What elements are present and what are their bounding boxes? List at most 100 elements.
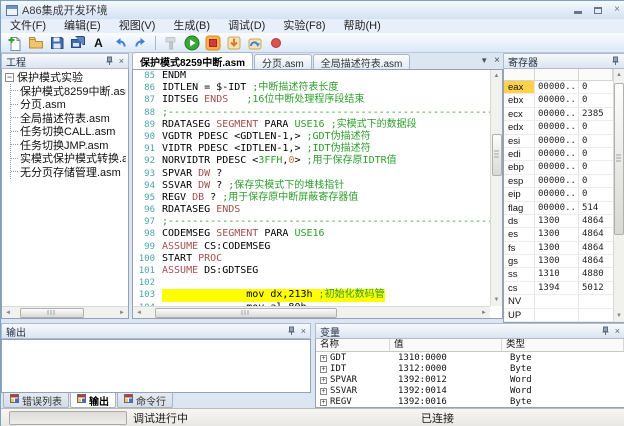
scroll-down-icon[interactable]: ▼ <box>613 310 624 322</box>
register-row[interactable]: fs13004864 <box>504 242 613 255</box>
bottom-tab[interactable]: 命令行 <box>117 393 173 408</box>
editor-hscrollbar[interactable]: ◄ ► <box>133 306 490 318</box>
tree-item-file[interactable]: 分页.asm <box>11 98 126 112</box>
register-row[interactable]: cs13945012 <box>504 282 613 295</box>
close-icon[interactable]: × <box>614 5 620 15</box>
register-row[interactable]: eip00000...0 <box>504 188 613 201</box>
tree-item-file[interactable]: 无分页存储管理.asm <box>11 165 126 179</box>
editor-tab[interactable]: 全局描述符表.asm <box>313 54 411 69</box>
register-row[interactable]: ebp00000...0 <box>504 161 613 174</box>
editor-vscrollbar[interactable]: ▲ ▼ <box>490 70 502 306</box>
menu-item[interactable]: 编辑(E) <box>55 19 110 33</box>
scroll-left-icon[interactable]: ◄ <box>133 307 145 319</box>
scrollbar-thumb[interactable] <box>614 83 624 235</box>
scroll-up-icon[interactable]: ▲ <box>613 69 624 81</box>
variable-row[interactable]: +IDT1312:0000Byte <box>316 364 624 374</box>
tree-item-file[interactable]: 任务切换CALL.asm <box>11 125 126 139</box>
tree-item-file[interactable]: 全局描述符表.asm <box>11 111 126 125</box>
project-hscrollbar[interactable]: ◄ ► <box>2 306 128 318</box>
scroll-right-icon[interactable]: ► <box>116 307 128 319</box>
title-bar[interactable]: A86集成开发环境 × <box>1 1 624 19</box>
menu-item[interactable]: 帮助(H) <box>335 19 390 33</box>
register-row[interactable]: esp00000...0 <box>504 175 613 188</box>
bottom-tab[interactable]: 错误列表 <box>3 393 69 408</box>
expand-icon[interactable]: + <box>320 355 327 362</box>
pin-icon[interactable] <box>287 326 296 336</box>
register-row[interactable]: NV <box>504 295 613 308</box>
register-row[interactable]: ebx00000...0 <box>504 94 613 107</box>
variables-header-row[interactable]: 名称值类型 <box>316 339 624 352</box>
scrollbar-thumb[interactable] <box>20 308 84 318</box>
register-header-cell[interactable] <box>579 69 613 80</box>
menu-item[interactable]: 视图(V) <box>110 19 165 33</box>
close-icon[interactable]: × <box>301 326 306 336</box>
variables-column-header[interactable]: 值 <box>390 339 502 351</box>
tree-item-file[interactable]: 任务切换JMP.asm <box>11 138 126 152</box>
save-all-icon[interactable] <box>67 34 88 52</box>
menu-item[interactable]: 实验(F8) <box>274 19 334 33</box>
register-header-cell[interactable] <box>504 69 535 80</box>
scroll-right-icon[interactable]: ► <box>478 307 490 319</box>
minimize-icon[interactable] <box>574 11 582 14</box>
pin-icon[interactable] <box>601 326 610 336</box>
pin-icon[interactable] <box>611 56 620 66</box>
register-row[interactable]: edx00000...0 <box>504 121 613 134</box>
variables-column-header[interactable]: 名称 <box>316 339 390 351</box>
expand-icon[interactable]: + <box>320 366 327 373</box>
scroll-up-icon[interactable]: ▲ <box>491 70 503 82</box>
expand-icon[interactable]: + <box>320 388 327 395</box>
variable-row[interactable]: +SSVAR1392:0014Word <box>316 386 624 396</box>
register-row[interactable]: UP <box>504 309 613 322</box>
editor-tab[interactable]: 分页.asm <box>254 54 312 69</box>
register-row[interactable]: es13004864 <box>504 228 613 241</box>
scrollbar-thumb[interactable] <box>492 134 502 176</box>
register-row[interactable]: esi00000...0 <box>504 135 613 148</box>
tree-item-file[interactable]: 保护模式8259中断.asm <box>11 84 126 98</box>
scroll-down-icon[interactable]: ▼ <box>491 294 503 306</box>
maximize-icon[interactable] <box>594 7 602 14</box>
variables-column-header[interactable]: 类型 <box>502 339 624 351</box>
editor-tab[interactable]: 保护模式8259中断.asm <box>132 52 253 69</box>
variable-row[interactable]: +REGV1392:0016Byte <box>316 397 624 407</box>
close-icon[interactable]: × <box>119 56 124 66</box>
font-icon[interactable]: A <box>88 34 109 52</box>
undo-icon[interactable] <box>109 34 130 52</box>
tree-item-file[interactable]: 实模式保护模式转换.asm <box>11 152 126 166</box>
run-icon[interactable] <box>181 34 202 52</box>
register-row[interactable]: edi00000...0 <box>504 148 613 161</box>
register-row[interactable]: ecx00000...2385 <box>504 108 613 121</box>
expand-icon[interactable]: + <box>320 377 327 384</box>
variable-row[interactable]: +SPVAR1392:0012Word <box>316 375 624 385</box>
collapse-icon[interactable]: − <box>5 73 14 82</box>
redo-icon[interactable] <box>130 34 151 52</box>
breakpoint-icon[interactable] <box>265 34 286 52</box>
new-file-icon[interactable] <box>4 34 25 52</box>
step-into-icon[interactable] <box>223 34 244 52</box>
menu-item[interactable]: 调试(D) <box>219 19 274 33</box>
output-content[interactable] <box>1 339 311 393</box>
code-editor[interactable]: 85ENDM86IDTLEN = $-IDT ;中断描述符表长度87IDTSEG… <box>132 69 503 319</box>
bottom-tab[interactable]: 输出 <box>70 393 116 408</box>
register-row[interactable]: ds13004864 <box>504 215 613 228</box>
menu-item[interactable]: 文件(F) <box>1 19 55 33</box>
register-row[interactable]: flag00000...514 <box>504 202 613 215</box>
stop-icon[interactable] <box>202 34 223 52</box>
register-row[interactable]: ss13104880 <box>504 268 613 281</box>
register-row[interactable]: gs13004864 <box>504 255 613 268</box>
close-document-icon[interactable]: × <box>494 55 500 66</box>
tab-list-dropdown-icon[interactable]: ▼ <box>480 56 488 65</box>
scrollbar-thumb[interactable] <box>155 308 337 318</box>
registers-vscrollbar[interactable]: ▲ ▼ <box>613 69 624 322</box>
expand-icon[interactable]: + <box>320 399 327 406</box>
menu-item[interactable]: 生成(B) <box>164 19 219 33</box>
variable-row[interactable]: +GDT1310:0000Byte <box>316 353 624 363</box>
registers-header-row[interactable] <box>504 69 613 81</box>
save-icon[interactable] <box>46 34 67 52</box>
register-header-cell[interactable] <box>535 69 579 80</box>
pin-icon[interactable] <box>105 56 114 66</box>
close-icon[interactable]: × <box>615 326 620 336</box>
step-out-icon[interactable] <box>244 34 265 52</box>
scroll-left-icon[interactable]: ◄ <box>2 307 14 319</box>
register-row[interactable]: eax00000...0 <box>504 81 613 94</box>
open-folder-icon[interactable] <box>25 34 46 52</box>
